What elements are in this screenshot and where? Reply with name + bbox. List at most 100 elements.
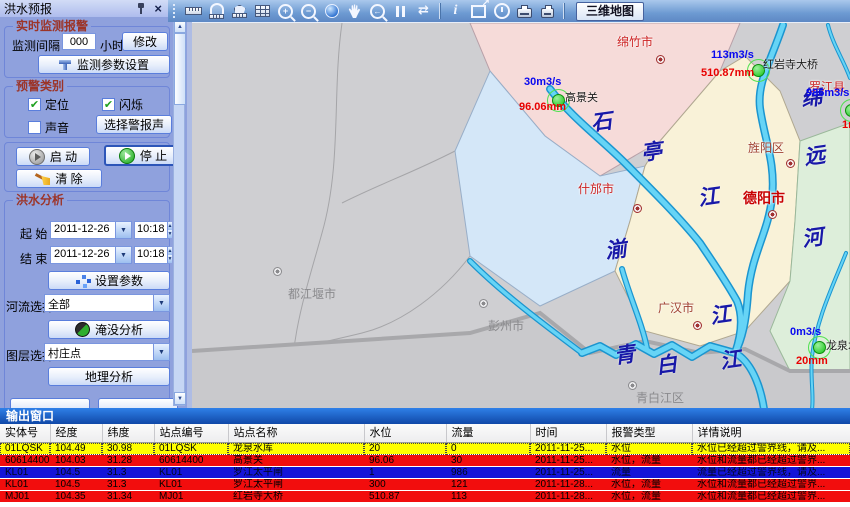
flash-checkbox-icon[interactable]	[102, 98, 115, 111]
layer-select-combo[interactable]: 村庄点	[44, 343, 170, 361]
table-row[interactable]: KL01 104.5 31.3 KL01 罗江太平闸 1 986 2011-11…	[0, 467, 850, 479]
scroll-down-icon[interactable]: ▼	[174, 392, 186, 405]
sound-checkbox-icon[interactable]	[28, 121, 41, 134]
city-dot-icon	[628, 381, 637, 390]
close-icon[interactable]: ×	[152, 2, 164, 15]
column-header[interactable]: 报警类型	[606, 424, 692, 443]
map-view[interactable]: 石 亭 江 湔 江 青 白 江 绵 远 河 绵竹市 什邡市 旌阳区 德阳市 罗江…	[192, 22, 850, 409]
city-label: 什邡市	[578, 180, 614, 197]
column-header[interactable]: 详情说明	[692, 424, 850, 443]
table-cell: 罗江太平闸	[228, 467, 364, 479]
start-date-combo[interactable]: 2011-12-26	[50, 221, 132, 239]
checkbox-flash[interactable]: 闪烁	[102, 96, 143, 113]
checkbox-sound[interactable]: 声音	[28, 119, 69, 136]
measure-area-icon[interactable]	[228, 1, 251, 21]
chevron-down-icon[interactable]	[153, 295, 169, 311]
print-icon[interactable]	[513, 1, 536, 21]
stop-button[interactable]: 停 止	[104, 145, 182, 166]
measure-distance-icon[interactable]	[205, 1, 228, 21]
column-header[interactable]: 实体号	[0, 424, 50, 443]
end-date-combo[interactable]: 2011-12-26	[50, 246, 132, 264]
modify-button[interactable]: 修改	[122, 32, 168, 51]
full-extent-icon[interactable]	[320, 1, 343, 21]
table-cell: 60614400	[154, 455, 228, 467]
table-cell: 罗江太平闸	[228, 479, 364, 491]
start-time-spinner[interactable]: 10:18 ▲▼	[134, 221, 170, 239]
table-row[interactable]: 01LQSK 104.49 30.98 01LQSK 龙泉水库 20 0 201…	[0, 443, 850, 455]
table-cell: 红岩寺大桥	[228, 491, 364, 503]
spin-up-icon[interactable]: ▲	[168, 222, 173, 230]
pause-icon[interactable]	[389, 1, 412, 21]
table-row[interactable]: MJ01 104.35 31.34 MJ01 红岩寺大桥 510.87 113 …	[0, 491, 850, 503]
city-label: 彭州市	[488, 317, 524, 334]
table-cell: 0	[446, 443, 530, 455]
clear-button[interactable]: 清 除	[16, 169, 102, 188]
table-cell: 30	[446, 455, 530, 467]
spin-down-icon[interactable]: ▼	[168, 230, 173, 238]
table-cell: 01LQSK	[154, 443, 228, 455]
choose-alarm-sound-button[interactable]: 选择警报声	[96, 115, 172, 134]
station-name: 红岩寺大桥	[763, 59, 818, 71]
ruler-icon[interactable]	[182, 1, 205, 21]
river-select-combo[interactable]: 全部	[44, 294, 170, 312]
column-header[interactable]: 站点名称	[228, 424, 364, 443]
partial-button-left[interactable]	[10, 398, 90, 408]
export-icon[interactable]	[467, 1, 490, 21]
end-time-spinner[interactable]: 10:18 ▲▼	[134, 246, 170, 264]
geo-analysis-button[interactable]: 地理分析	[48, 367, 170, 386]
output-window-title: 输出窗口	[0, 408, 850, 424]
column-header[interactable]: 流量	[446, 424, 530, 443]
toolbar-separator	[563, 3, 564, 19]
refresh-icon[interactable]: ⇄	[412, 1, 435, 21]
set-params-button[interactable]: 设置参数	[48, 271, 170, 290]
history-clock-icon[interactable]	[490, 1, 513, 21]
grid-icon[interactable]	[251, 1, 274, 21]
table-cell: 31.3	[102, 479, 154, 491]
table-cell: 水位	[606, 443, 692, 455]
broom-icon	[35, 172, 50, 185]
table-cell: 104.49	[50, 443, 102, 455]
spin-down-icon[interactable]: ▼	[168, 255, 173, 263]
scrollbar-thumb[interactable]	[174, 33, 186, 105]
chevron-down-icon[interactable]	[153, 344, 169, 360]
city-label: 绵竹市	[617, 33, 653, 50]
column-header[interactable]: 站点编号	[154, 424, 228, 443]
toolbar-grip[interactable]	[172, 3, 176, 19]
zoom-out-icon[interactable]: −	[297, 1, 320, 21]
map-3d-button[interactable]: 三维地图	[576, 2, 644, 21]
start-button[interactable]: 启 动	[16, 147, 90, 166]
station-flow-value: 986m3/s	[806, 87, 849, 99]
spin-up-icon[interactable]: ▲	[168, 247, 173, 255]
city-label: 都江堰市	[288, 285, 336, 302]
pan-hand-icon[interactable]	[343, 1, 366, 21]
column-header[interactable]: 时间	[530, 424, 606, 443]
table-cell: 300	[364, 479, 446, 491]
river-label-char: 青	[613, 343, 637, 368]
column-header[interactable]: 纬度	[102, 424, 154, 443]
monitor-params-button[interactable]: 监测参数设置	[38, 55, 170, 74]
zoom-in-icon[interactable]: +	[274, 1, 297, 21]
interval-input[interactable]	[62, 33, 96, 50]
column-header[interactable]: 水位	[364, 424, 446, 443]
checkbox-locate[interactable]: 定位	[28, 96, 69, 113]
column-header[interactable]: 经度	[50, 424, 102, 443]
info-icon[interactable]: i	[444, 1, 467, 21]
sidebar-scrollbar[interactable]: ▲ ▼	[173, 19, 185, 406]
chevron-down-icon[interactable]	[115, 247, 131, 263]
table-cell: 31.28	[102, 455, 154, 467]
table-row[interactable]: KL01 104.5 31.3 KL01 罗江太平闸 300 121 2011-…	[0, 479, 850, 491]
interval-unit-label: 小时	[100, 37, 124, 54]
chevron-down-icon[interactable]	[115, 222, 131, 238]
pin-icon[interactable]	[136, 2, 146, 15]
flood-analysis-button[interactable]: 淹没分析	[48, 320, 170, 339]
partial-button-right[interactable]	[98, 398, 178, 408]
zoom-previous-icon[interactable]: ←	[366, 1, 389, 21]
station-marker[interactable]	[813, 341, 826, 354]
station-level-value: 96.06mm	[519, 101, 566, 113]
table-row[interactable]: 60614400 104.03 31.28 60614400 高景关 96.06…	[0, 455, 850, 467]
print-preview-icon[interactable]	[536, 1, 559, 21]
station-marker[interactable]	[845, 104, 850, 117]
table-cell: 2011-11-25...	[530, 455, 606, 467]
table-cell: 510.87	[364, 491, 446, 503]
locate-checkbox-icon[interactable]	[28, 98, 41, 111]
